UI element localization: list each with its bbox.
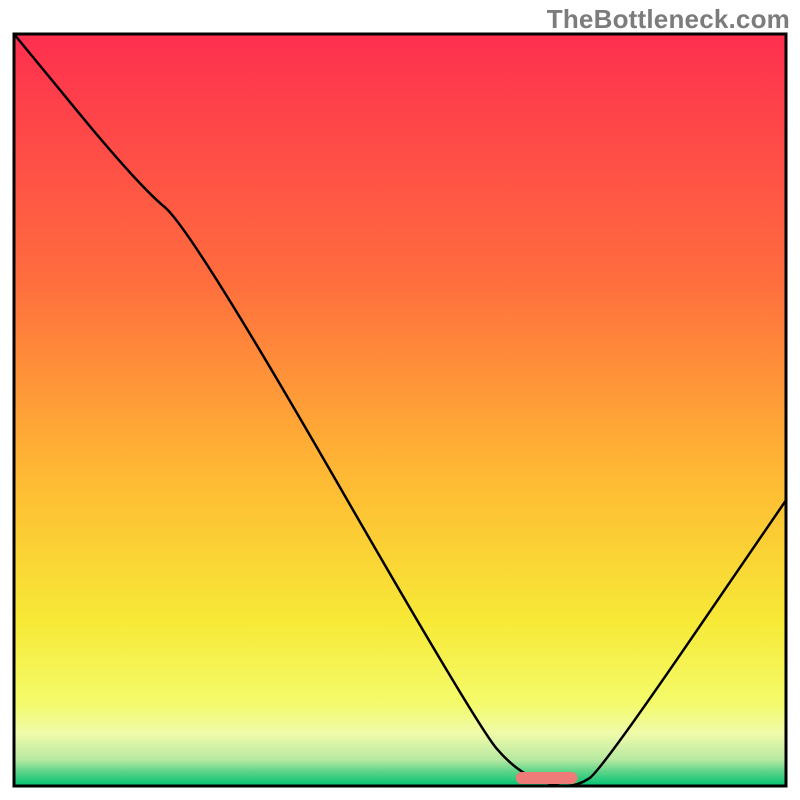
plot-background [14,34,786,786]
chart-container: TheBottleneck.com [0,0,800,800]
watermark-text: TheBottleneck.com [547,4,790,35]
bottleneck-chart [0,0,800,800]
optimum-marker [516,772,578,784]
